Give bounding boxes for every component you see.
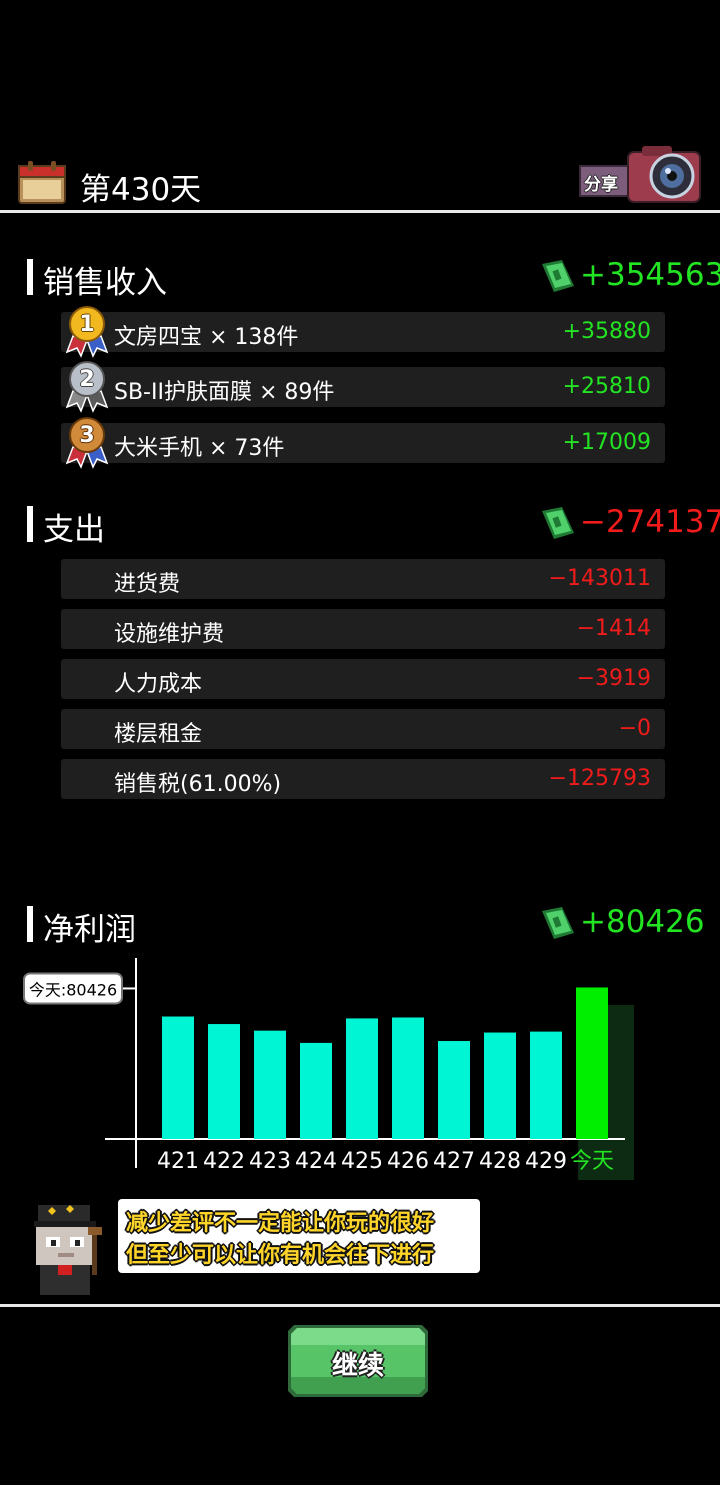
money-icon [542, 907, 574, 939]
chart-bar [484, 1032, 516, 1139]
header: 第430天 分享 [0, 146, 720, 212]
share-button[interactable]: 分享 [578, 142, 704, 204]
tip-panel: 减少差评不一定能让你玩的很好 但至少可以让你有机会往下进行 [20, 1195, 480, 1295]
cat-mascot-icon [34, 1205, 102, 1295]
sales-row: 3 大米手机 × 73件 +17009 [61, 417, 665, 469]
continue-button[interactable]: 继续 [288, 1325, 428, 1397]
medal-rank: 1 [79, 312, 95, 337]
header-divider [0, 210, 720, 213]
x-tick-label: 429 [525, 1149, 567, 1174]
expense-row: 人力成本 −3919 [61, 659, 665, 699]
x-tick-label: 424 [295, 1149, 337, 1174]
profit-chart: 421 422 423 424 425 426 427 428 429 今天 今天:80426 [0, 950, 720, 1190]
sales-item-value: +17009 [562, 430, 651, 455]
chart-bar [576, 987, 608, 1139]
profit-chart-svg: 421 422 423 424 425 426 427 428 429 今天 今天:80426 [23, 958, 634, 1180]
chart-bar [346, 1018, 378, 1139]
expense-item-value: −143011 [548, 566, 651, 591]
day-label: 第430天 [80, 172, 202, 208]
expense-item-value: −3919 [576, 666, 651, 691]
medal-rank: 2 [79, 367, 95, 392]
x-tick-label: 427 [433, 1149, 475, 1174]
expense-title: 支出 [27, 504, 105, 549]
expense-total: −274137 [580, 504, 720, 540]
x-tick-label: 425 [341, 1149, 383, 1174]
chart-bar [300, 1042, 332, 1139]
expense-row: 进货费 −143011 [61, 559, 665, 599]
expense-item-label: 销售税(61.00%) [114, 772, 282, 797]
profit-total: +80426 [580, 904, 705, 940]
chart-bar [438, 1041, 470, 1139]
share-label: 分享 [584, 175, 618, 195]
x-tick-label: 428 [479, 1149, 521, 1174]
sales-item-label: 大米手机 × 73件 [114, 436, 285, 461]
expense-item-label: 楼层租金 [114, 722, 203, 747]
expense-item-label: 人力成本 [114, 672, 203, 697]
expense-row: 楼层租金 −0 [61, 709, 665, 749]
sales-item-label: SB-II护肤面膜 × 89件 [114, 380, 335, 405]
profit-title: 净利润 [27, 904, 136, 949]
money-icon [542, 260, 574, 292]
x-tick-label: 423 [249, 1149, 291, 1174]
tip-line: 但至少可以让你有机会往下进行 [126, 1243, 435, 1268]
x-tick-label: 426 [387, 1149, 429, 1174]
x-tick-label: 421 [157, 1149, 199, 1174]
bottom-divider [0, 1304, 720, 1307]
x-tick-label: 今天 [570, 1149, 614, 1174]
chart-bar [208, 1024, 240, 1139]
sales-row: 2 SB-II护肤面膜 × 89件 +25810 [61, 361, 665, 413]
continue-label: 继续 [331, 1351, 384, 1381]
x-tick-label: 422 [203, 1149, 245, 1174]
calendar-icon [18, 161, 66, 204]
expense-row: 设施维护费 −1414 [61, 609, 665, 649]
expense-item-value: −1414 [576, 616, 651, 641]
expense-item-label: 设施维护费 [114, 622, 225, 647]
tip-line: 减少差评不一定能让你玩的很好 [126, 1211, 435, 1236]
expense-item-label: 进货费 [114, 572, 181, 597]
sales-item-label: 文房四宝 × 138件 [114, 325, 299, 350]
expense-item-value: −125793 [548, 766, 651, 791]
chart-bar [162, 1016, 194, 1139]
sales-total: +354563 [580, 257, 720, 293]
expense-row: 销售税(61.00%) −125793 [61, 759, 665, 799]
sales-item-value: +35880 [562, 319, 651, 344]
medal-rank: 3 [79, 423, 95, 448]
chart-bar [530, 1031, 562, 1139]
today-value-label: 今天:80426 [29, 980, 117, 999]
chart-bar [254, 1030, 286, 1139]
sales-row: 1 文房四宝 × 138件 +35880 [61, 306, 665, 358]
sales-title: 销售收入 [27, 257, 167, 302]
money-icon [542, 507, 574, 539]
sales-item-value: +25810 [562, 374, 651, 399]
expense-item-value: −0 [618, 716, 651, 741]
chart-bar [392, 1017, 424, 1139]
